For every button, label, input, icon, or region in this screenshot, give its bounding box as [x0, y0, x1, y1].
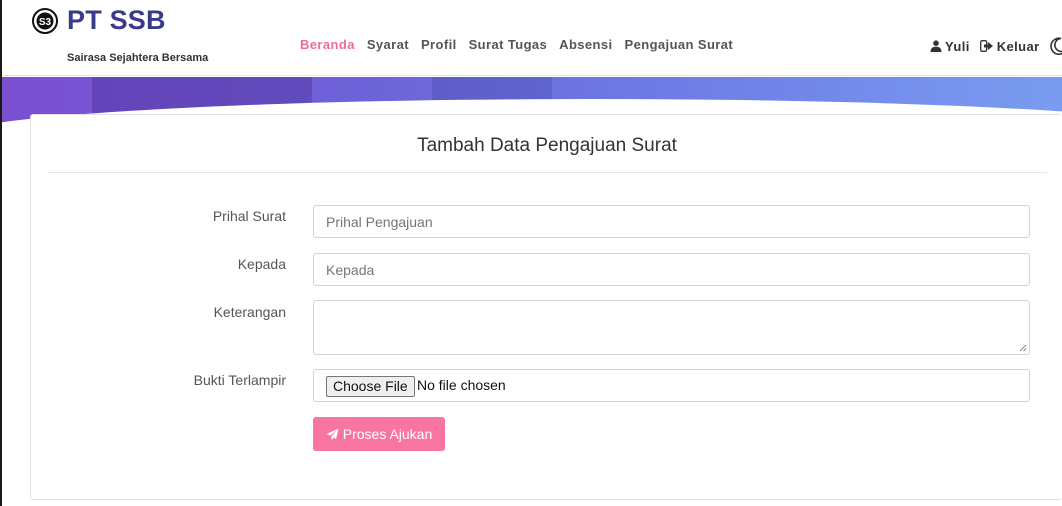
nav-item-syarat[interactable]: Syarat	[367, 37, 409, 52]
user-menu[interactable]: Yuli	[930, 39, 970, 54]
logout-label: Keluar	[996, 38, 1040, 54]
nav-item-pengajuan-surat[interactable]: Pengajuan Surat	[625, 37, 734, 52]
sign-out-icon	[979, 40, 993, 52]
nav-right: Yuli Keluar	[930, 37, 1062, 55]
svg-text:S3: S3	[39, 17, 52, 28]
user-name: Yuli	[945, 38, 970, 54]
submit-button[interactable]: Proses Ajukan	[313, 417, 445, 451]
navbar: S3 PT SSB Sairasa Sejahtera Bersama Bera…	[2, 0, 1062, 76]
nav-item-absensi[interactable]: Absensi	[559, 37, 612, 52]
divider	[48, 172, 1047, 173]
choose-file-button[interactable]: Choose File	[326, 376, 415, 397]
page-title: Tambah Data Pengajuan Surat	[417, 135, 677, 156]
submit-label: Proses Ajukan	[342, 426, 433, 442]
prihal-label: Prihal Surat	[212, 208, 286, 224]
brand-subtitle: Sairasa Sejahtera Bersama	[67, 52, 209, 64]
nav-item-beranda[interactable]: Beranda	[300, 37, 355, 52]
prihal-input[interactable]	[313, 205, 1030, 238]
nav-item-surat-tugas[interactable]: Surat Tugas	[469, 37, 548, 52]
nav-item-profil[interactable]: Profil	[421, 37, 457, 52]
form-card: Tambah Data Pengajuan Surat Prihal Surat…	[30, 114, 1062, 500]
kepada-input[interactable]	[313, 253, 1030, 286]
paper-plane-icon	[326, 428, 339, 440]
brand-name: PT SSB	[67, 5, 166, 35]
bukti-label: Bukti Terlampir	[193, 372, 286, 388]
file-status: No file chosen	[417, 377, 506, 393]
dark-mode-toggle-icon[interactable]	[1049, 37, 1062, 55]
resize-grip-icon[interactable]	[1019, 344, 1027, 352]
file-input[interactable]: Choose File No file chosen	[313, 369, 1030, 402]
user-icon	[930, 40, 942, 52]
nav-menu: Beranda Syarat Profil Surat Tugas Absens…	[300, 37, 733, 52]
company-logo-icon: S3	[32, 8, 58, 34]
keterangan-label: Keterangan	[213, 304, 286, 320]
keterangan-textarea[interactable]	[313, 300, 1030, 355]
kepada-label: Kepada	[237, 256, 286, 272]
logout-link[interactable]: Keluar	[979, 38, 1040, 54]
